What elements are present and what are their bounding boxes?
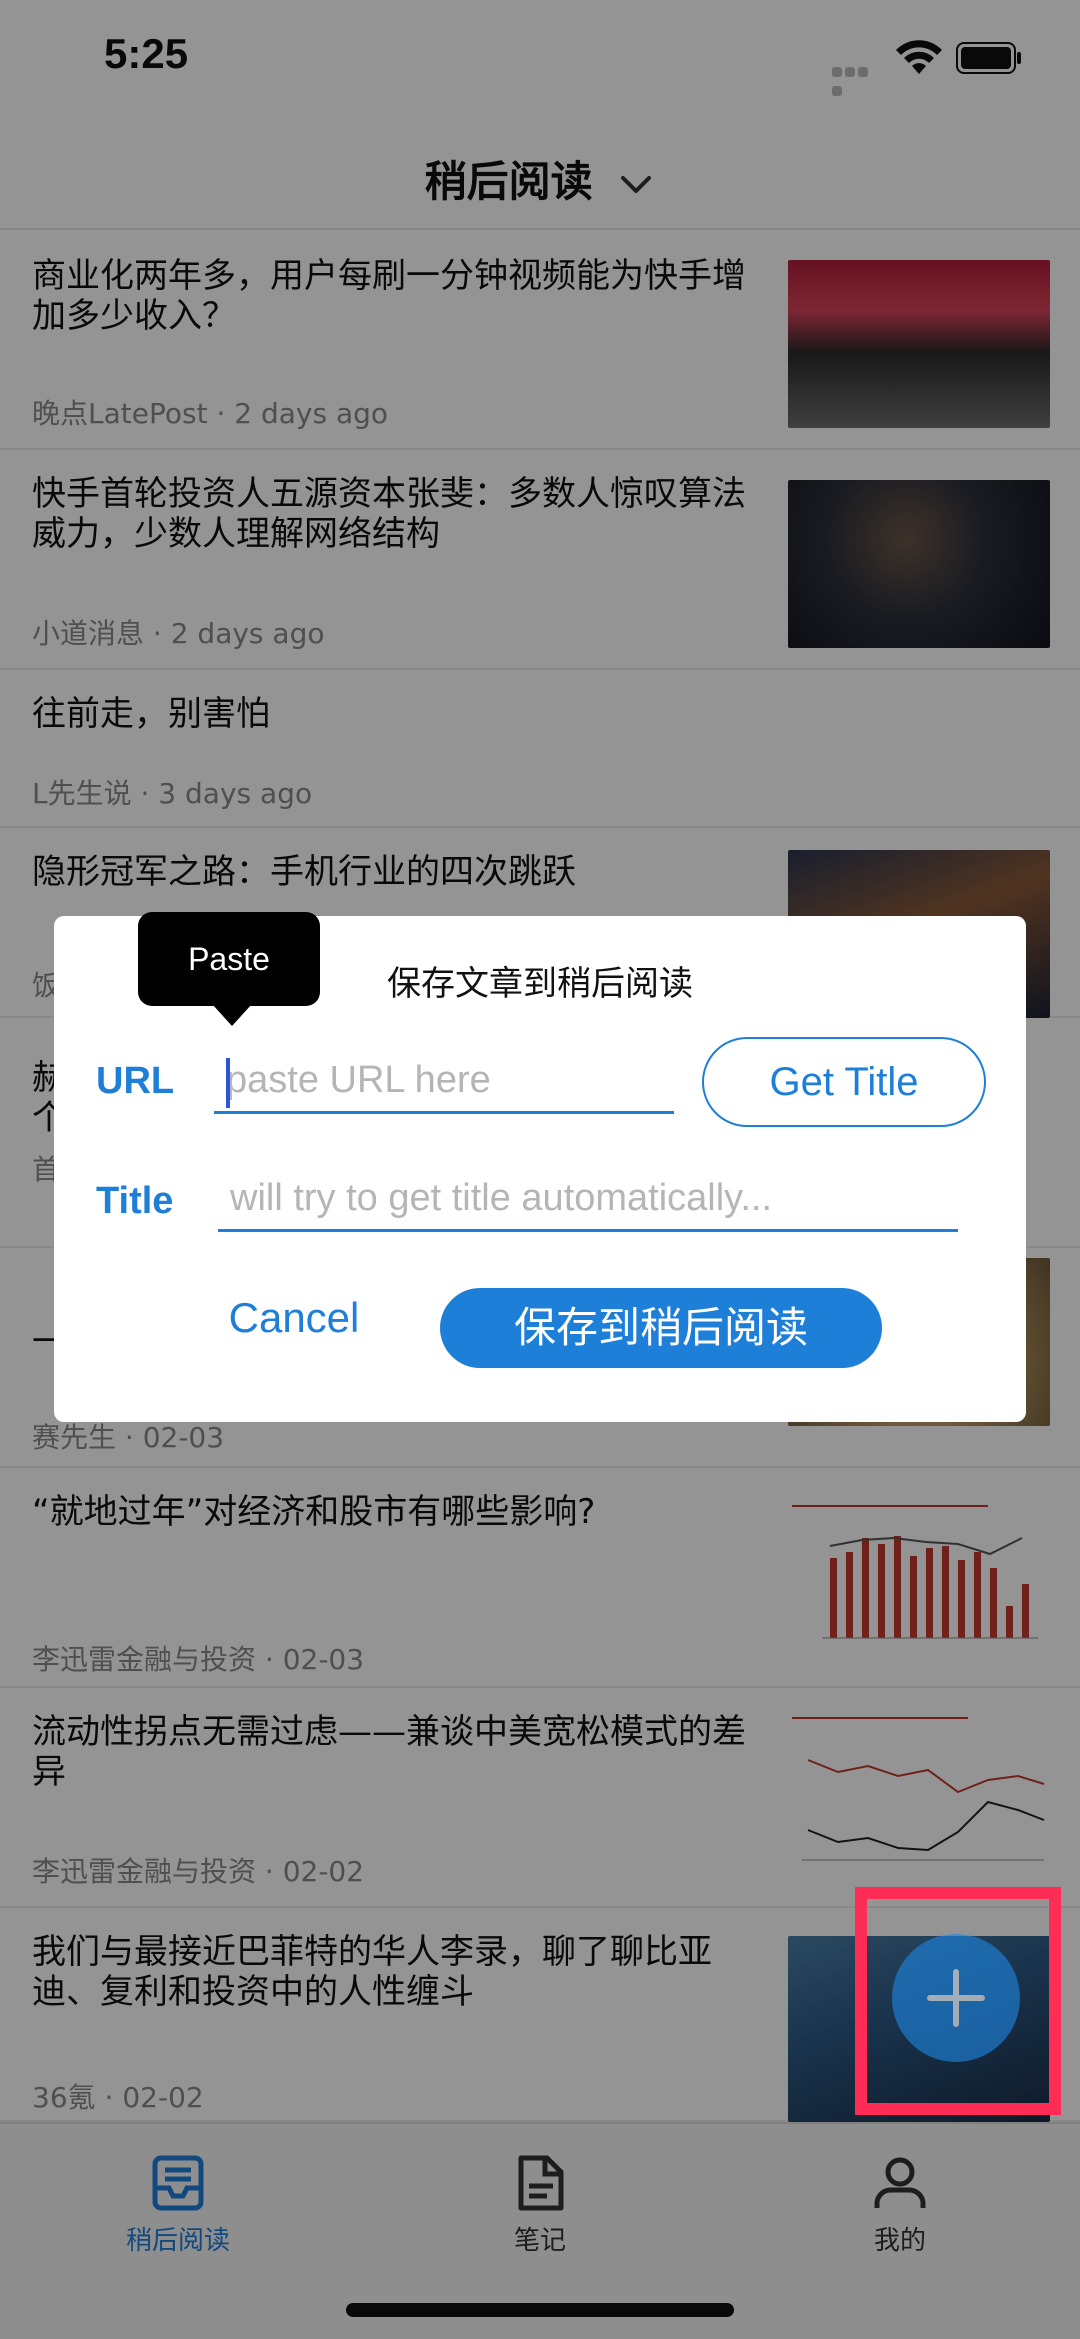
url-label: URL [96,1060,175,1102]
paste-menu-item[interactable]: Paste [138,912,320,1006]
cancel-button[interactable]: Cancel [164,1278,424,1358]
highlight-box [855,1887,1061,2115]
text-caret [226,1058,230,1108]
url-input[interactable] [214,1050,674,1110]
title-field[interactable] [218,1168,958,1232]
title-label: Title [96,1180,174,1222]
title-input[interactable] [218,1168,958,1228]
tooltip-arrow [212,1004,252,1026]
get-title-button[interactable]: Get Title [702,1037,986,1127]
save-button[interactable]: 保存到稍后阅读 [440,1288,882,1368]
screen: 5:25 稍后阅读 商业化两年多，用户每刷一分钟视频能为快手增加多少收入？ 晚点… [0,0,1080,2339]
url-field[interactable] [214,1050,674,1114]
